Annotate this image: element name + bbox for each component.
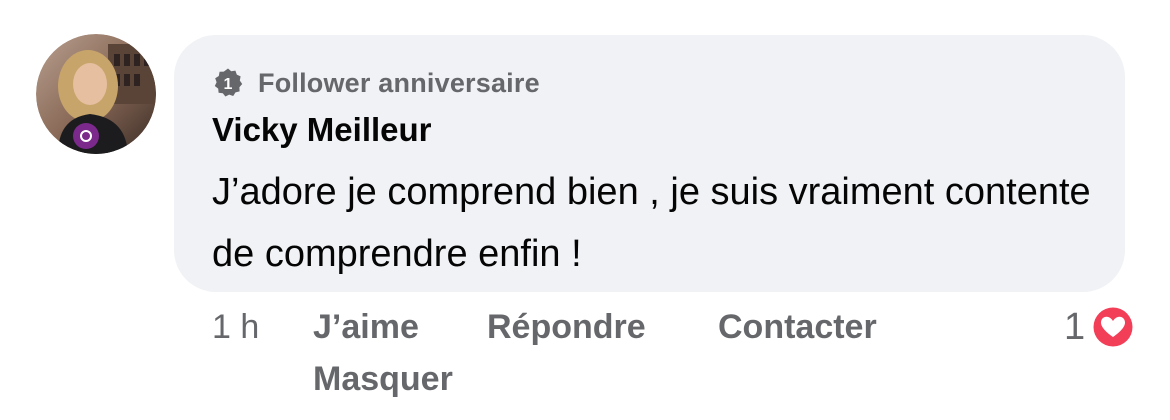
contact-button[interactable]: Contacter	[718, 308, 877, 347]
like-button[interactable]: J’aime	[313, 308, 419, 347]
author-name[interactable]: Vicky Meilleur	[212, 111, 432, 149]
comment-bubble: 1 Follower anniversaire Vicky Meilleur J…	[174, 35, 1125, 292]
avatar[interactable]	[36, 34, 156, 154]
follower-badge[interactable]: 1 Follower anniversaire	[212, 65, 540, 101]
timestamp[interactable]: 1 h	[212, 308, 259, 347]
comment: 1 Follower anniversaire Vicky Meilleur J…	[0, 0, 1170, 420]
badge-number-icon: 1	[212, 67, 244, 99]
comment-text: J’adore je comprend bien , je suis vraim…	[212, 171, 1091, 275]
heart-reaction-icon	[1089, 303, 1137, 351]
badge-label: Follower anniversaire	[258, 67, 540, 98]
reaction-count: 1	[1064, 305, 1086, 348]
avatar-photo	[36, 34, 156, 154]
svg-text:1: 1	[224, 76, 233, 93]
reply-button[interactable]: Répondre	[487, 308, 646, 347]
hide-button[interactable]: Masquer	[313, 360, 453, 399]
reaction-summary[interactable]: 1	[1064, 303, 1137, 351]
